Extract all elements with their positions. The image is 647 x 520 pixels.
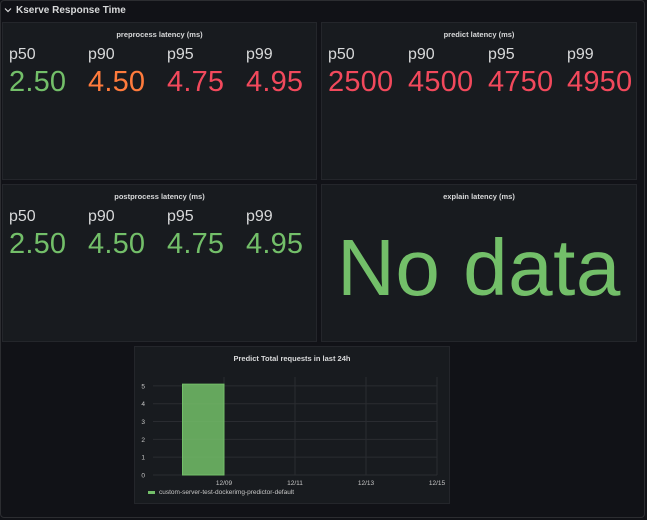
stat-value: 4750 [488, 66, 554, 98]
no-data-message: No data [337, 223, 621, 312]
stat-value: 4.75 [167, 66, 225, 98]
preprocess-latency-panel[interactable]: preprocess latency (ms) p50 2.50 p90 4.5… [2, 22, 317, 180]
stat-label: p50 [328, 46, 355, 63]
stat-value: 2500 [328, 66, 394, 98]
row-header-kserve-response-time[interactable]: Kserve Response Time [4, 3, 126, 17]
bar [182, 383, 225, 476]
stat-p99: p99 4.95 [246, 46, 304, 99]
stat-p50: p50 2500 [328, 46, 394, 99]
stat-value: 4500 [408, 66, 474, 98]
stat-label: p99 [567, 46, 594, 63]
stat-label: p95 [167, 46, 194, 63]
stat-value: 2.50 [9, 66, 67, 98]
stat-p95: p95 4750 [488, 46, 554, 99]
y-tick-label: 0 [141, 473, 145, 480]
stat-label: p50 [9, 208, 36, 225]
panel-title: postprocess latency (ms) [114, 192, 205, 201]
stat-p95: p95 4.75 [167, 46, 225, 99]
stat-value: 4.95 [246, 66, 304, 98]
stat-p99: p99 4.95 [246, 208, 304, 261]
postprocess-latency-panel[interactable]: postprocess latency (ms) p50 2.50 p90 4.… [2, 184, 317, 342]
stat-label: p99 [246, 208, 273, 225]
stat-label: p95 [167, 208, 194, 225]
stat-label: p99 [246, 46, 273, 63]
stat-value: 4.50 [88, 66, 146, 98]
stat-label: p50 [9, 46, 36, 63]
stat-label: p90 [88, 208, 115, 225]
stat-p90: p90 4.50 [88, 46, 146, 99]
x-tick-label: 12/15 [429, 480, 446, 487]
predict-total-requests-panel[interactable]: Predict Total requests in last 24h 01234… [134, 346, 450, 504]
predict-latency-panel[interactable]: predict latency (ms) p50 2500 p90 4500 p… [321, 22, 637, 180]
requests-bar-chart: 0 1 2 3 4 5 12/09 12/11 12/13 12/15 [141, 377, 446, 487]
row-title: Kserve Response Time [16, 4, 126, 16]
legend-swatch [148, 491, 155, 494]
stat-p90: p90 4500 [408, 46, 474, 99]
x-tick-label: 12/13 [358, 480, 375, 487]
stat-value: 4950 [567, 66, 633, 98]
panel-title: predict latency (ms) [443, 30, 515, 39]
stat-value: 4.50 [88, 228, 146, 260]
stat-value: 2.50 [9, 228, 67, 260]
stat-label: p90 [88, 46, 115, 63]
y-tick-label: 5 [141, 383, 145, 390]
chevron-down-icon [4, 8, 12, 13]
stat-label: p95 [488, 46, 515, 63]
stat-p50: p50 2.50 [9, 46, 67, 99]
y-tick-label: 3 [141, 419, 145, 426]
y-tick-label: 1 [141, 455, 145, 462]
panel-title: preprocess latency (ms) [116, 30, 203, 39]
y-tick-label: 4 [141, 401, 145, 408]
x-tick-label: 12/11 [287, 480, 303, 487]
stat-p50: p50 2.50 [9, 208, 67, 261]
stat-value: 4.95 [246, 228, 304, 260]
panel-title: explain latency (ms) [443, 192, 515, 201]
y-tick-label: 2 [141, 437, 145, 444]
stat-value: 4.75 [167, 228, 225, 260]
stat-label: p90 [408, 46, 435, 63]
x-tick-label: 12/09 [216, 480, 233, 487]
stat-p90: p90 4.50 [88, 208, 146, 261]
legend-label: custom-server-test-dockerimg-predictor-d… [159, 489, 295, 496]
stat-p99: p99 4950 [567, 46, 633, 99]
explain-latency-panel[interactable]: explain latency (ms) No data [321, 184, 637, 342]
stat-p95: p95 4.75 [167, 208, 225, 261]
chart-legend[interactable]: custom-server-test-dockerimg-predictor-d… [148, 489, 294, 496]
